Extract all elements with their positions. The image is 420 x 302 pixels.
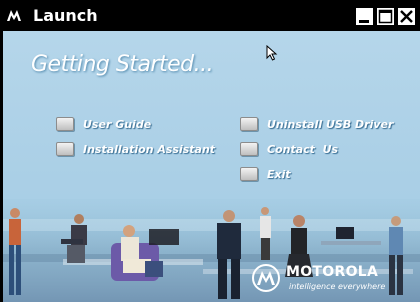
motorola-logo-icon	[7, 10, 21, 21]
motorola-brand: MOTOROLA intelligence everywhere	[251, 261, 416, 299]
menu-bullet	[240, 142, 258, 156]
uninstall-usb-driver-button[interactable]: Uninstall USB Driver	[240, 117, 393, 131]
brand-tagline: intelligence everywhere	[289, 282, 386, 291]
mouse-pointer-icon	[266, 45, 278, 61]
page-heading: Getting Started...	[31, 52, 214, 77]
menu-bullet	[240, 117, 258, 131]
menu-label: Contact Us	[267, 142, 339, 156]
menu-bullet	[56, 117, 74, 131]
menu-label: Uninstall USB Driver	[267, 117, 394, 131]
menu-label: Installation Assistant	[83, 142, 216, 156]
launch-window: Launch Getting Started... User Guide Ins…	[0, 0, 420, 302]
installation-assistant-button[interactable]: Installation Assistant	[56, 142, 215, 156]
menu-label: User Guide	[83, 117, 152, 131]
brand-name: MOTOROLA	[286, 264, 379, 280]
menu-bullet	[56, 142, 74, 156]
exit-button[interactable]: Exit	[240, 167, 291, 181]
minimize-icon	[359, 20, 369, 23]
contact-us-button[interactable]: Contact Us	[240, 142, 338, 156]
title-bar[interactable]: Launch	[0, 0, 420, 31]
maximize-button[interactable]	[376, 7, 395, 26]
window-title: Launch	[33, 6, 98, 25]
menu-bullet	[240, 167, 258, 181]
user-guide-button[interactable]: User Guide	[56, 117, 151, 131]
close-icon	[400, 10, 413, 23]
minimize-button[interactable]	[355, 7, 374, 26]
motorola-batwing-icon	[252, 264, 280, 292]
launch-panel: Getting Started... User Guide Installati…	[3, 31, 420, 302]
maximize-icon	[378, 9, 393, 24]
close-button[interactable]	[397, 7, 416, 26]
menu-label: Exit	[267, 167, 291, 181]
